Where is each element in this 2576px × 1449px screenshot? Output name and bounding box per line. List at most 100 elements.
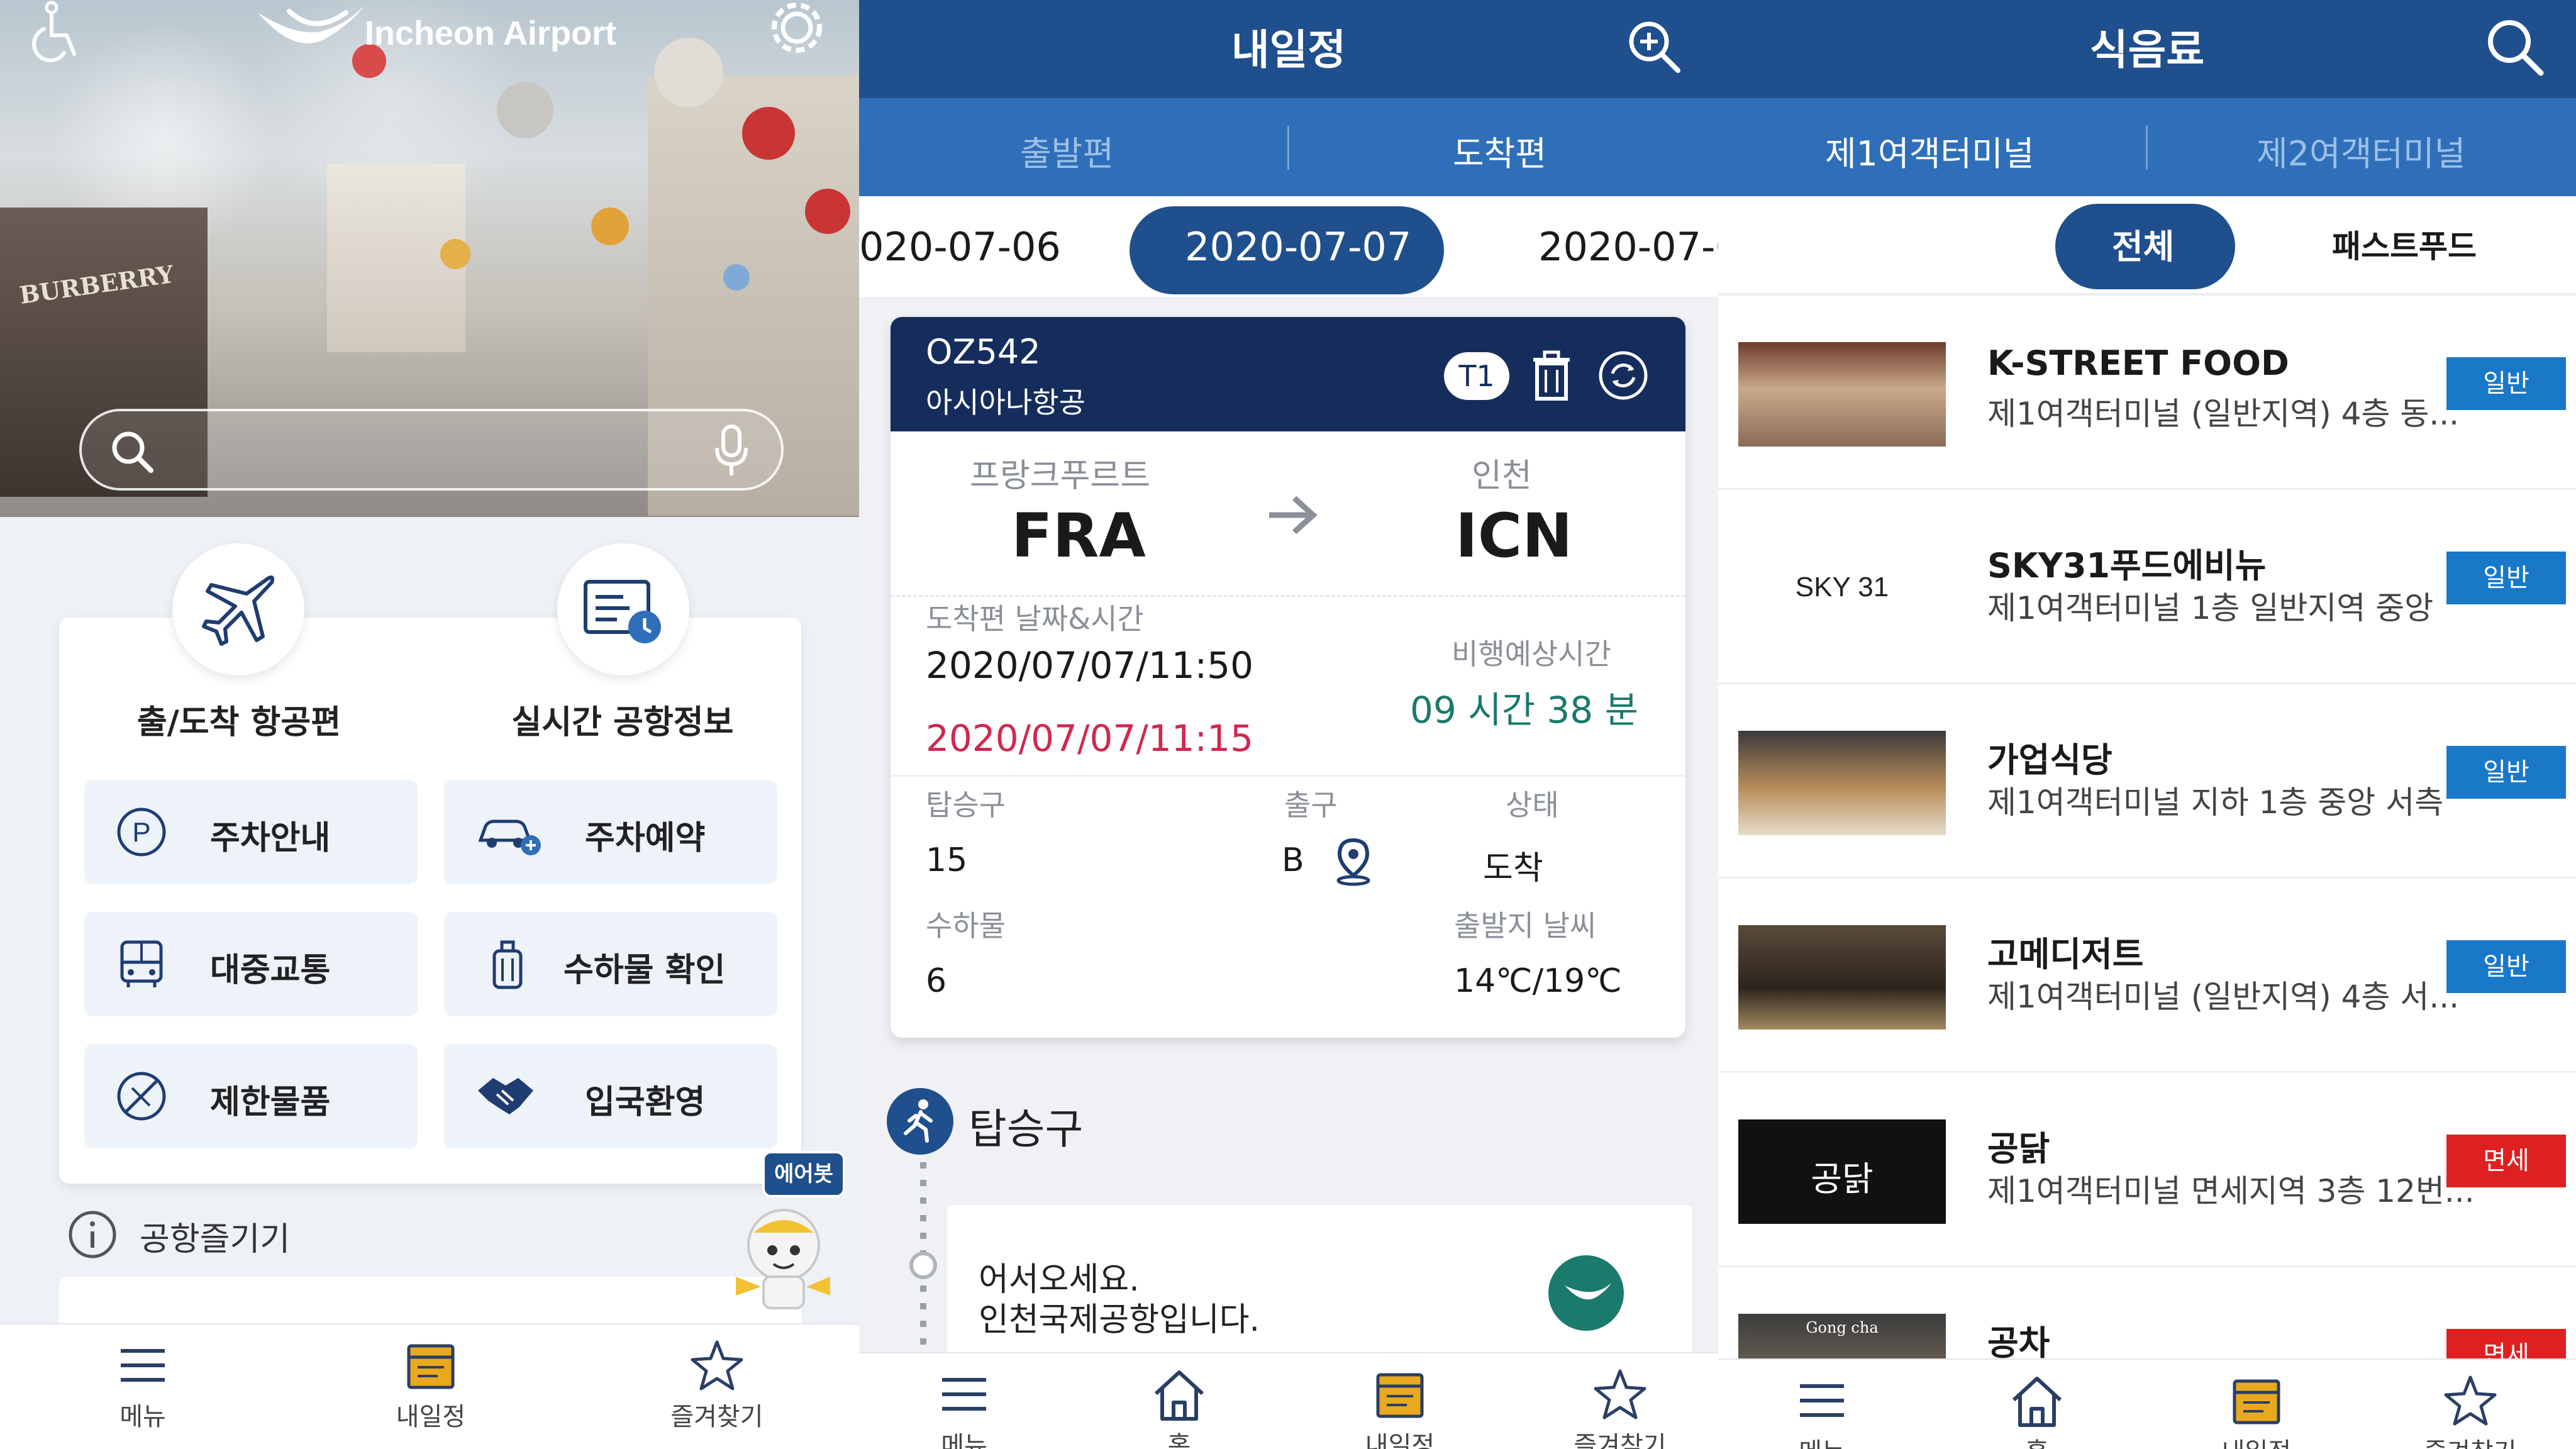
bottom-tab-bar: 메뉴 홈 내일정 즐겨찾기 xyxy=(859,1352,1718,1449)
tab-departure[interactable]: 출발편 xyxy=(1020,126,1114,175)
gate-value: 15 xyxy=(926,841,968,879)
airplane-icon xyxy=(202,575,275,646)
realtime-info-icon xyxy=(584,580,661,643)
restaurant-location: 제1여객터미널 지하 1층 중앙 서측 xyxy=(1987,784,2444,821)
restaurant-location: 제1여객터미널 면세지역 3층 12번... xyxy=(1987,1173,2475,1209)
tab-menu[interactable]: 메뉴 xyxy=(108,1337,177,1433)
restricted-items-button[interactable]: 제한물품 xyxy=(84,1044,418,1148)
realtime-info-button[interactable] xyxy=(557,543,689,675)
incheon-airport-logo-icon xyxy=(252,0,371,57)
list-item[interactable]: 가업식당 제1여객터미널 지하 1층 중앙 서측 일반 xyxy=(1718,684,2576,879)
flight-card[interactable]: OZ542 아시아나항공 T1 프랑크푸르트 FRA 인천 ICN 도착편 날짜… xyxy=(891,317,1685,1038)
menu-icon xyxy=(114,1337,171,1394)
status-label: 상태 xyxy=(1506,788,1559,822)
page-title: 식음료 xyxy=(2089,26,2205,74)
list-item[interactable]: 공닭 공닭 제1여객터미널 면세지역 3층 12번... 면세 xyxy=(1718,1073,2576,1268)
airbot-mascot-icon[interactable] xyxy=(730,1201,836,1314)
baggage-value: 6 xyxy=(926,962,947,1000)
destination-city: 인천 xyxy=(1472,457,1532,495)
accessibility-icon[interactable] xyxy=(25,0,88,63)
search-icon[interactable] xyxy=(2480,13,2550,82)
zone-badge: 일반 xyxy=(2446,940,2566,993)
restaurant-thumbnail xyxy=(1738,925,1946,1030)
category-fastfood[interactable]: 패스트푸드 xyxy=(2332,221,2477,267)
tab-arrival[interactable]: 도착편 xyxy=(1453,126,1546,175)
date-current: 2020-07-07 xyxy=(1185,224,1412,270)
delete-icon[interactable] xyxy=(1530,348,1574,402)
tab-my-schedule[interactable]: 내일정 xyxy=(1356,1366,1444,1449)
weather-value: 14℃/19℃ xyxy=(1454,962,1622,1000)
arrow-right-icon xyxy=(1264,487,1321,543)
calendar-icon xyxy=(402,1337,459,1394)
restaurant-location: 제1여객터미널 (일반지역) 4층 서... xyxy=(1987,979,2459,1015)
home-icon xyxy=(2009,1372,2065,1429)
date-prev[interactable]: 020-07-06 xyxy=(859,224,1061,270)
map-pin-icon[interactable] xyxy=(1331,836,1376,887)
date-next[interactable]: 2020-07-0 xyxy=(1538,224,1718,270)
header: 식음료 xyxy=(1718,0,2576,98)
refresh-icon[interactable] xyxy=(1596,348,1650,402)
tab-my-schedule[interactable]: 내일정 xyxy=(387,1337,475,1433)
list-item[interactable]: K-STREET FOOD 제1여객터미널 (일반지역) 4층 동... 일반 xyxy=(1718,296,2576,491)
zone-badge: 면세 xyxy=(2446,1135,2566,1187)
origin-city: 프랑크푸르트 xyxy=(970,457,1151,495)
weather-label: 출발지 날씨 xyxy=(1454,909,1597,943)
menu-icon xyxy=(936,1366,992,1423)
tab-favorites[interactable]: 즐겨찾기 xyxy=(660,1337,774,1433)
handshake-icon xyxy=(474,1069,537,1123)
tab-favorites[interactable]: 즐겨찾기 xyxy=(2414,1372,2527,1449)
realtime-info-label: 실시간 공항정보 xyxy=(511,704,734,741)
menu-icon xyxy=(1794,1372,1850,1429)
tab-terminal-1[interactable]: 제1여객터미널 xyxy=(1825,126,2034,175)
logo-text: Incheon Airport xyxy=(365,14,616,52)
microphone-icon[interactable] xyxy=(709,423,753,479)
baggage-label: 수하물 xyxy=(926,909,1006,943)
list-item[interactable]: SKY 31 SKY31푸드에비뉴 제1여객터미널 1층 일반지역 중앙 일반 xyxy=(1718,490,2576,685)
parking-info-button[interactable]: P 주차안내 xyxy=(84,780,418,884)
tab-my-schedule[interactable]: 내일정 xyxy=(2212,1372,2301,1449)
my-schedule-screen: 내일정 출발편 도착편 020-07-06 2020-07-07 2020-07… xyxy=(859,0,1718,1449)
exit-value: B xyxy=(1282,841,1304,879)
bus-icon xyxy=(114,937,169,991)
restaurant-name: SKY31푸드에비뉴 xyxy=(1987,546,2267,586)
zoom-search-icon[interactable] xyxy=(1623,15,1685,78)
date-selector: 020-07-06 2020-07-07 2020-07-0 xyxy=(859,196,1718,297)
star-icon xyxy=(2442,1372,2499,1429)
airbot-label[interactable]: 에어봇 xyxy=(762,1151,845,1197)
restaurant-thumbnail: SKY 31 xyxy=(1738,536,1946,641)
tab-menu[interactable]: 메뉴 xyxy=(930,1366,999,1449)
restaurant-thumbnail xyxy=(1738,731,1946,835)
page-title: 내일정 xyxy=(1231,26,1346,74)
thumbnail-text: Gong cha xyxy=(1806,1319,1879,1336)
parking-reservation-button[interactable]: 주차예약 xyxy=(444,780,777,884)
walking-person-icon xyxy=(887,1088,953,1155)
tab-terminal-2[interactable]: 제2여객터미널 xyxy=(2257,126,2465,175)
terminal-tabs: 제1여객터미널 제2여객터미널 xyxy=(1718,98,2576,196)
tab-menu[interactable]: 메뉴 xyxy=(1787,1372,1857,1449)
welcome-arrival-button[interactable]: 입국환영 xyxy=(444,1044,777,1148)
flight-number: OZ542 xyxy=(926,332,1041,372)
restaurant-name: K-STREET FOOD xyxy=(1987,343,2289,383)
tab-home[interactable]: 홈 xyxy=(2002,1372,2072,1449)
restaurant-location: 제1여객터미널 (일반지역) 4층 동... xyxy=(1987,396,2459,432)
baggage-check-button[interactable]: 수하물 확인 xyxy=(444,912,777,1016)
restaurant-name: 공닭 xyxy=(1987,1129,2050,1169)
restaurant-thumbnail xyxy=(1738,342,1946,447)
settings-gear-icon[interactable] xyxy=(762,0,831,63)
public-transport-button[interactable]: 대중교통 xyxy=(84,912,418,1016)
home-icon xyxy=(1151,1366,1208,1423)
flight-duration: 09 시간 38 분 xyxy=(1410,689,1638,731)
tab-favorites[interactable]: 즐겨찾기 xyxy=(1563,1366,1677,1449)
zone-badge: 일반 xyxy=(2446,357,2566,410)
bottom-tab-bar: 메뉴 내일정 즐겨찾기 xyxy=(0,1323,859,1449)
flights-button[interactable] xyxy=(172,543,304,675)
star-icon xyxy=(1592,1366,1648,1423)
origin-code: FRA xyxy=(1011,501,1146,571)
tab-home[interactable]: 홈 xyxy=(1145,1366,1214,1449)
scheduled-time: 2020/07/07/11:50 xyxy=(926,644,1253,687)
search-bar[interactable] xyxy=(79,409,784,491)
welcome-card: 어서오세요. 인천국제공항입니다. xyxy=(947,1205,1692,1368)
star-icon xyxy=(689,1337,745,1394)
car-reservation-icon xyxy=(474,805,543,859)
list-item[interactable]: 고메디저트 제1여객터미널 (일반지역) 4층 서... 일반 xyxy=(1718,879,2576,1074)
